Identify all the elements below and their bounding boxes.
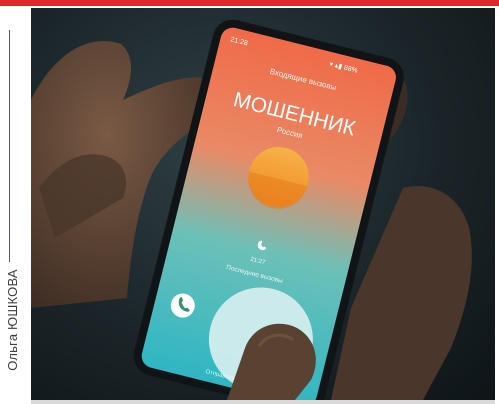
top-accent-bar [0,0,499,6]
credit-rule [9,30,10,262]
photo: 21:28 ▾ ▴▮ 88% Входящие вызовы МОШЕННИК … [31,8,495,400]
photo-credit: Ольга ЮШКОВА [5,269,20,371]
bottom-rule [31,400,495,404]
photo-illustration: 21:28 ▾ ▴▮ 88% Входящие вызовы МОШЕННИК … [31,19,472,400]
